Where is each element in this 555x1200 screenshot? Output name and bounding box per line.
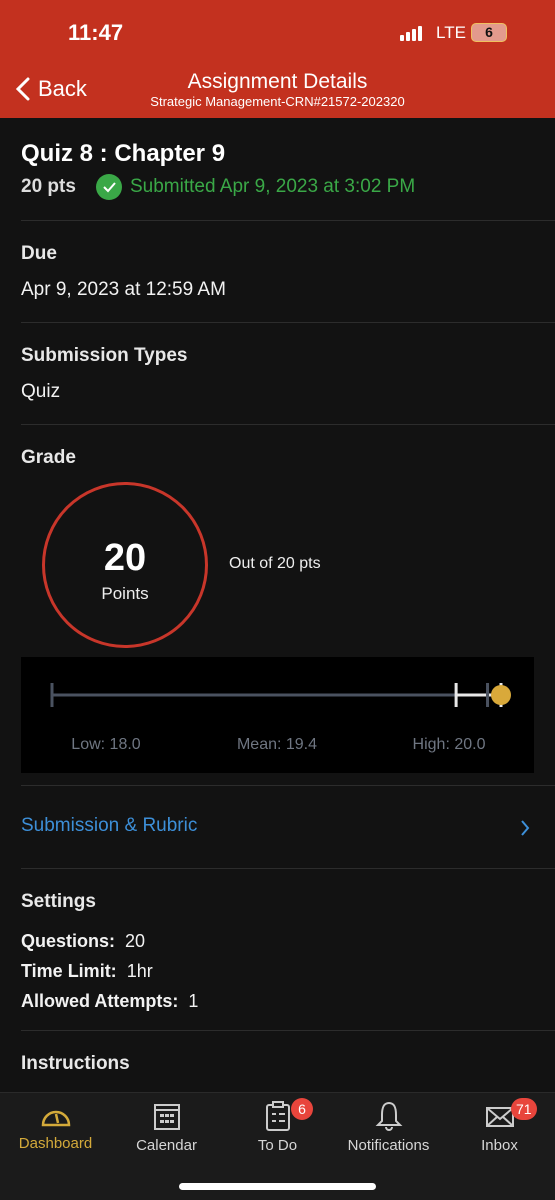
course-subtitle: Strategic Management-CRN#21572-202320 — [150, 94, 405, 109]
tab-calendar[interactable]: Calendar — [111, 1101, 222, 1154]
setting-row: Time Limit: 1hr — [21, 956, 198, 986]
signal-icon — [400, 26, 422, 41]
high-label: High: 20.0 — [413, 736, 486, 753]
status-time: 11:47 — [68, 20, 124, 45]
chevron-right-icon — [521, 820, 530, 836]
grade-label: Grade — [21, 447, 76, 468]
grade-ring: 20 Points — [42, 482, 208, 648]
setting-row: Questions: 20 — [21, 926, 198, 956]
due-value: Apr 9, 2023 at 12:59 AM — [21, 279, 226, 300]
submission-status: Submitted Apr 9, 2023 at 3:02 PM — [130, 176, 416, 197]
submission-rubric-link[interactable]: Submission & Rubric — [21, 815, 534, 841]
tab-label: Calendar — [136, 1137, 197, 1154]
todo-icon — [265, 1101, 290, 1131]
mean-label: Mean: 19.4 — [237, 736, 317, 753]
battery-icon: 6 — [471, 23, 507, 42]
setting-key: Allowed Attempts: — [21, 991, 179, 1011]
divider — [21, 785, 555, 786]
low-label: Low: 18.0 — [71, 736, 140, 753]
submission-types-value: Quiz — [21, 381, 61, 402]
tab-todo[interactable]: To Do — [222, 1101, 333, 1154]
assignment-points: 20 pts — [21, 176, 76, 197]
divider — [21, 868, 555, 869]
todo-badge: 6 — [291, 1098, 313, 1120]
tab-label: To Do — [257, 1137, 298, 1154]
nav-header: 11:47 LTE 6 Back Assignment Details Stra… — [0, 0, 555, 118]
divider — [21, 1030, 555, 1031]
settings-list: Questions: 20 Time Limit: 1hr Allowed At… — [21, 926, 198, 1016]
score-marker — [491, 685, 511, 705]
instructions-label: Instructions — [21, 1053, 130, 1074]
check-circle-icon — [96, 174, 122, 200]
tab-label: Dashboard — [18, 1135, 93, 1152]
home-indicator — [179, 1183, 376, 1190]
tab-notifications[interactable]: Notifications — [333, 1101, 444, 1154]
setting-value: 1 — [188, 991, 199, 1011]
setting-value: 20 — [125, 931, 146, 951]
submission-rubric-label: Submission & Rubric — [21, 815, 198, 836]
due-label: Due — [21, 243, 57, 264]
grade-distribution-chart: Low: 18.0 Mean: 19.4 High: 20.0 — [21, 657, 534, 773]
envelope-icon — [485, 1107, 514, 1127]
network-label: LTE — [436, 23, 466, 42]
divider — [21, 220, 555, 221]
setting-value: 1hr — [126, 961, 153, 981]
tab-dashboard[interactable]: Dashboard — [0, 1101, 111, 1152]
page-title: Assignment Details — [187, 70, 368, 93]
settings-label: Settings — [21, 891, 96, 912]
setting-row: Allowed Attempts: 1 — [21, 986, 198, 1016]
inbox-badge: 71 — [511, 1098, 537, 1120]
tab-label: Notifications — [347, 1137, 430, 1154]
calendar-icon — [153, 1104, 180, 1130]
tab-inbox[interactable]: Inbox — [444, 1101, 555, 1154]
divider — [21, 322, 555, 323]
tab-label: Inbox — [481, 1137, 518, 1154]
bell-icon — [375, 1101, 402, 1131]
grade-out-of: Out of 20 pts — [229, 555, 321, 572]
grade-score: 20 — [103, 537, 147, 579]
divider — [21, 424, 555, 425]
grade-unit: Points — [101, 584, 149, 603]
assignment-title: Quiz 8 : Chapter 9 — [21, 140, 226, 167]
dashboard-icon — [41, 1110, 70, 1127]
setting-key: Time Limit: — [21, 961, 117, 981]
submission-types-label: Submission Types — [21, 345, 188, 366]
setting-key: Questions: — [21, 931, 116, 951]
